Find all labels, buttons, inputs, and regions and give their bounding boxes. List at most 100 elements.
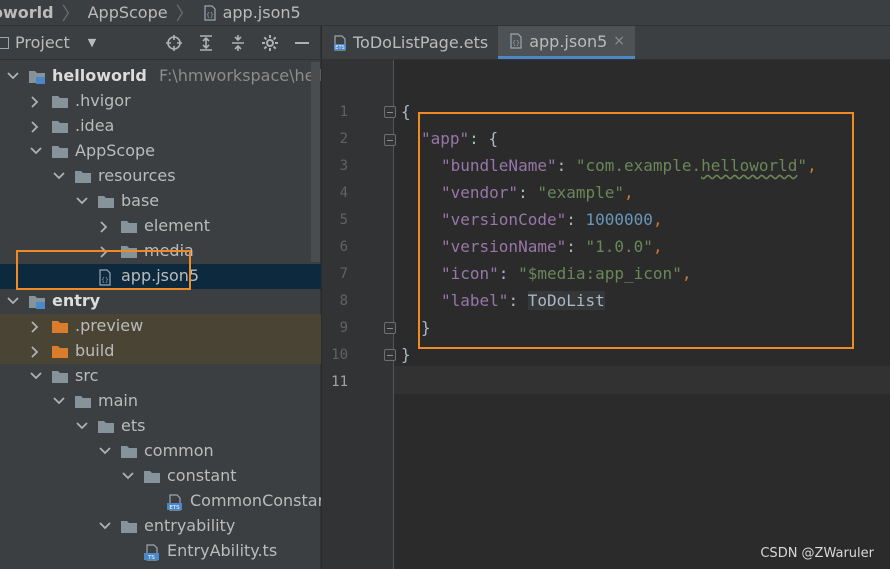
breadcrumb-project[interactable]: oworld bbox=[0, 3, 54, 22]
tree-item-main[interactable]: main bbox=[0, 389, 321, 414]
tree-item-label: CommonConstar bbox=[190, 491, 321, 510]
chevron-down-icon[interactable] bbox=[76, 421, 88, 431]
chevron-right-icon[interactable] bbox=[30, 346, 40, 358]
chevron-right-icon[interactable] bbox=[30, 96, 40, 108]
chevron-down-icon[interactable]: ▼ bbox=[88, 36, 96, 49]
chevron-down-icon[interactable] bbox=[7, 71, 19, 81]
folder-icon bbox=[97, 419, 115, 433]
tree-item-label: ets bbox=[121, 416, 146, 435]
line-number[interactable]: 2 bbox=[322, 131, 348, 147]
current-line-highlight bbox=[394, 366, 890, 394]
tree-item-idea[interactable]: .idea bbox=[0, 114, 321, 139]
svg-text:TS: TS bbox=[147, 555, 155, 561]
tree-item-constant[interactable]: constant bbox=[0, 464, 321, 489]
tree-item-label: .preview bbox=[75, 316, 144, 335]
tree-item-build[interactable]: build bbox=[0, 339, 321, 364]
tree-item-helloworld[interactable]: helloworld F:\hmworkspace\hellowo bbox=[0, 64, 321, 89]
tree-item-preview[interactable]: .preview bbox=[0, 314, 321, 339]
code-line-10[interactable]: } bbox=[401, 345, 411, 364]
fold-marker-icon[interactable] bbox=[384, 134, 396, 146]
line-number[interactable]: 9 bbox=[322, 320, 348, 336]
line-number[interactable]: 6 bbox=[322, 239, 348, 255]
chevron-down-icon[interactable] bbox=[99, 446, 111, 456]
breadcrumb-appscope[interactable]: AppScope bbox=[88, 3, 168, 22]
breadcrumb: oworld 〉 AppScope 〉 {} app.json5 bbox=[0, 0, 890, 26]
chevron-right-icon[interactable] bbox=[30, 321, 40, 333]
project-panel-title[interactable]: Project bbox=[15, 33, 70, 52]
tree-item-label: common bbox=[144, 441, 214, 460]
chevron-right-icon[interactable] bbox=[99, 221, 109, 233]
tree-item-appscope[interactable]: AppScope bbox=[0, 139, 321, 164]
tab-app-json5[interactable]: {} app.json5 × bbox=[498, 26, 636, 59]
folder-icon bbox=[120, 219, 138, 233]
tree-item-entryability-ts[interactable]: TS EntryAbility.ts bbox=[0, 539, 321, 564]
target-icon[interactable] bbox=[164, 33, 184, 53]
tree-item-common[interactable]: common bbox=[0, 439, 321, 464]
project-icon bbox=[0, 36, 9, 49]
tree-item-path: F:\hmworkspace\hellowo bbox=[159, 66, 321, 85]
tree-item-label: main bbox=[98, 391, 138, 410]
project-panel-header: Project ▼ bbox=[0, 26, 320, 60]
code-line-1[interactable]: { bbox=[401, 102, 411, 121]
chevron-down-icon[interactable] bbox=[30, 146, 42, 156]
line-number[interactable]: 3 bbox=[322, 158, 348, 174]
line-number[interactable]: 11 bbox=[322, 374, 348, 390]
json-file-icon: {} bbox=[202, 4, 218, 21]
tree-item-commonconstar[interactable]: ETS CommonConstar bbox=[0, 489, 321, 514]
project-panel-tools bbox=[164, 33, 312, 53]
minimize-icon[interactable] bbox=[292, 33, 312, 53]
tab-todolistpage[interactable]: ETS ToDoListPage.ets bbox=[322, 26, 498, 59]
line-number[interactable]: 10 bbox=[322, 347, 348, 363]
chevron-right-icon[interactable] bbox=[30, 121, 40, 133]
tree-scrollbar[interactable] bbox=[311, 62, 320, 262]
folder-icon bbox=[51, 344, 69, 358]
line-number[interactable]: 1 bbox=[322, 104, 348, 120]
expand-all-icon[interactable] bbox=[196, 33, 216, 53]
chevron-down-icon[interactable] bbox=[53, 171, 65, 181]
svg-text:{}: {} bbox=[206, 12, 214, 19]
tree-item-resources[interactable]: resources bbox=[0, 164, 321, 189]
folder-icon bbox=[97, 194, 115, 208]
tree-item-hvigor[interactable]: .hvigor bbox=[0, 89, 321, 114]
chevron-down-icon[interactable] bbox=[76, 196, 88, 206]
chevron-down-icon[interactable] bbox=[122, 471, 134, 481]
watermark: CSDN @ZWaruler bbox=[760, 546, 874, 561]
breadcrumb-file[interactable]: app.json5 bbox=[223, 3, 301, 22]
close-icon[interactable]: × bbox=[613, 33, 625, 49]
ets-file-icon: ETS bbox=[166, 494, 184, 511]
fold-marker-icon[interactable] bbox=[384, 349, 396, 361]
chevron-down-icon[interactable] bbox=[99, 521, 111, 531]
tree-item-label: element bbox=[144, 216, 210, 235]
tree-item-label: build bbox=[75, 341, 115, 360]
fold-marker-icon[interactable] bbox=[384, 106, 396, 118]
ts-file-icon: TS bbox=[143, 544, 161, 561]
line-number[interactable]: 5 bbox=[322, 212, 348, 228]
tree-item-label: .hvigor bbox=[75, 91, 131, 110]
gear-icon[interactable] bbox=[260, 33, 280, 53]
line-number[interactable]: 8 bbox=[322, 293, 348, 309]
line-number[interactable]: 4 bbox=[322, 185, 348, 201]
chevron-down-icon[interactable] bbox=[53, 396, 65, 406]
tree-item-entryability[interactable]: entryability bbox=[0, 514, 321, 539]
module-folder-icon bbox=[28, 69, 46, 84]
line-number[interactable]: 7 bbox=[322, 266, 348, 282]
chevron-down-icon[interactable] bbox=[30, 371, 42, 381]
collapse-all-icon[interactable] bbox=[228, 33, 248, 53]
tree-item-label: entry bbox=[52, 291, 101, 310]
chevron-down-icon[interactable] bbox=[7, 296, 19, 306]
svg-text:ETS: ETS bbox=[169, 505, 180, 511]
tree-highlight-box bbox=[16, 250, 191, 290]
fold-marker-icon[interactable] bbox=[384, 322, 396, 334]
tree-item-label: src bbox=[75, 366, 99, 385]
tree-item-entry[interactable]: entry bbox=[0, 289, 321, 314]
folder-icon bbox=[51, 144, 69, 158]
editor: ETS ToDoListPage.ets {} app.json5 × 1 2 3 4… bbox=[322, 26, 890, 569]
tree-item-label: .idea bbox=[75, 116, 115, 135]
tree-item-label: constant bbox=[167, 466, 237, 485]
tree-item-base[interactable]: base bbox=[0, 189, 321, 214]
tree-item-src[interactable]: src bbox=[0, 364, 321, 389]
tree-item-label: helloworld bbox=[52, 66, 147, 85]
tree-item-element[interactable]: element bbox=[0, 214, 321, 239]
tree-item-label: base bbox=[121, 191, 160, 210]
tree-item-ets[interactable]: ets bbox=[0, 414, 321, 439]
